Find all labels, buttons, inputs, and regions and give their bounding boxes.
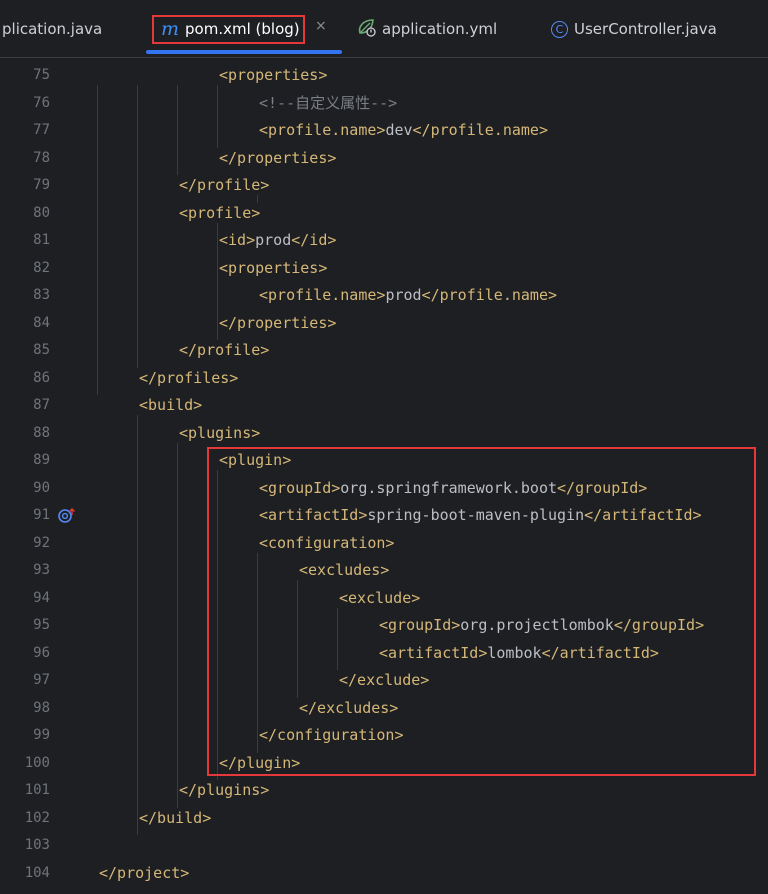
line-number: 89 [33, 452, 50, 468]
xml-text: dev [385, 121, 413, 139]
run-gutter-icon[interactable] [57, 506, 77, 526]
highlight-box-plugin-block [207, 447, 756, 776]
xml-tag: </properties> [219, 313, 337, 332]
tab-label: pom.xml (blog) [185, 20, 300, 38]
line-number: 83 [33, 287, 50, 303]
line-number: 104 [24, 864, 50, 881]
xml-close-tag: </profile.name> [412, 121, 548, 139]
xml-tag: <plugins> [179, 423, 261, 442]
xml-tag: </properties> [219, 148, 337, 167]
xml-tag: <profile> [179, 203, 261, 222]
code-line[interactable]: </properties> [219, 148, 336, 168]
code-line[interactable]: </plugins> [179, 780, 269, 800]
xml-close-tag: </profile.name> [421, 286, 558, 304]
tab-application-yml[interactable]: application.yml [356, 0, 497, 58]
line-number-gutter: 75 76 77 78 79 80 81 82 83 84 85 86 87 88 89 90 91 92 93 94… [0, 58, 96, 894]
line-number: 85 [33, 342, 50, 358]
line-number: 76 [33, 94, 50, 111]
close-tab-icon[interactable]: × [315, 18, 327, 34]
line-number: 101 [24, 782, 50, 798]
tab-label: UserController.java [574, 20, 717, 38]
line-number: 103 [24, 837, 50, 853]
line-number: 84 [33, 314, 50, 331]
line-number: 98 [33, 699, 50, 716]
indent-guide [217, 222, 218, 340]
line-number: 99 [33, 727, 50, 743]
line-number: 78 [33, 149, 50, 166]
xml-tag: </build> [139, 808, 212, 827]
xml-tag: <properties> [219, 258, 328, 277]
tab-label: plication.java [2, 20, 103, 38]
xml-tag: </plugins> [179, 781, 270, 799]
code-line[interactable]: <profile.name>dev</profile.name> [259, 120, 548, 140]
line-number: 97 [33, 672, 50, 688]
line-number: 86 [33, 369, 50, 386]
xml-tag: </project> [99, 863, 190, 882]
tab-application-java[interactable]: plication.java [2, 0, 102, 58]
indent-guide [137, 415, 138, 835]
tab-usercontroller-java[interactable]: C UserController.java [551, 0, 717, 58]
code-line[interactable]: <properties> [219, 258, 327, 278]
line-number: 93 [33, 562, 50, 578]
code-editor[interactable]: 75 76 77 78 79 80 81 82 83 84 85 86 87 88 89 90 91 92 93 94… [0, 58, 768, 894]
line-number: 79 [33, 177, 50, 193]
line-number: 96 [33, 644, 50, 661]
line-number: 75 [33, 67, 50, 83]
indent-guide [137, 85, 138, 368]
line-number: 91 [33, 507, 50, 523]
spring-icon [356, 17, 376, 41]
line-number: 100 [24, 754, 50, 771]
xml-tag: </profile> [179, 176, 270, 194]
line-number: 102 [24, 809, 50, 826]
xml-close-tag: </id> [291, 231, 337, 249]
line-number: 94 [33, 589, 50, 606]
line-number: 88 [33, 424, 50, 441]
class-icon-letter: C [555, 22, 564, 36]
line-number: 95 [33, 617, 50, 633]
code-line[interactable]: <id>prod</id> [219, 230, 336, 250]
code-line[interactable]: </project> [99, 863, 189, 883]
xml-open-tag: <profile.name> [259, 121, 386, 139]
code-line[interactable]: <properties> [219, 65, 327, 85]
code-line[interactable]: <plugins> [179, 423, 260, 443]
class-icon: C [551, 20, 568, 38]
indent-guide [97, 85, 98, 395]
xml-tag: </profiles> [139, 368, 239, 387]
code-line[interactable]: <build> [139, 395, 202, 415]
indent-guide [177, 442, 178, 808]
tab-label: application.yml [382, 20, 498, 38]
xml-open-tag: <id> [219, 231, 256, 249]
code-line[interactable]: </profile> [179, 175, 269, 195]
xml-text: prod [255, 231, 292, 249]
line-number: 92 [33, 534, 50, 551]
code-line[interactable]: <profile.name>prod</profile.name> [259, 285, 557, 305]
indent-guide [177, 85, 178, 175]
xml-open-tag: <profile.name> [259, 286, 386, 304]
code-line[interactable]: </profile> [179, 340, 269, 360]
xml-comment: <!--自定义属性--> [259, 93, 398, 112]
xml-tag: <build> [139, 396, 203, 414]
code-line[interactable]: <!--自定义属性--> [259, 93, 397, 113]
xml-tag: <properties> [219, 66, 328, 84]
line-number: 81 [33, 232, 50, 248]
line-number: 87 [33, 397, 50, 413]
indent-guide [257, 195, 258, 203]
code-line[interactable]: </profiles> [139, 368, 238, 388]
xml-text: prod [385, 286, 422, 304]
line-number: 77 [33, 122, 50, 138]
editor-tab-bar: plication.java m pom.xml (blog) × applic… [0, 0, 768, 58]
active-tab-indicator [146, 50, 342, 54]
code-line[interactable]: </properties> [219, 313, 336, 333]
maven-icon: m [161, 17, 180, 40]
line-number: 90 [33, 479, 50, 496]
indent-guide [217, 85, 218, 148]
line-number: 80 [33, 204, 50, 221]
code-line[interactable]: <profile> [179, 203, 260, 223]
code-line[interactable]: </build> [139, 808, 211, 828]
line-number: 82 [33, 259, 50, 276]
xml-tag: </profile> [179, 341, 270, 359]
